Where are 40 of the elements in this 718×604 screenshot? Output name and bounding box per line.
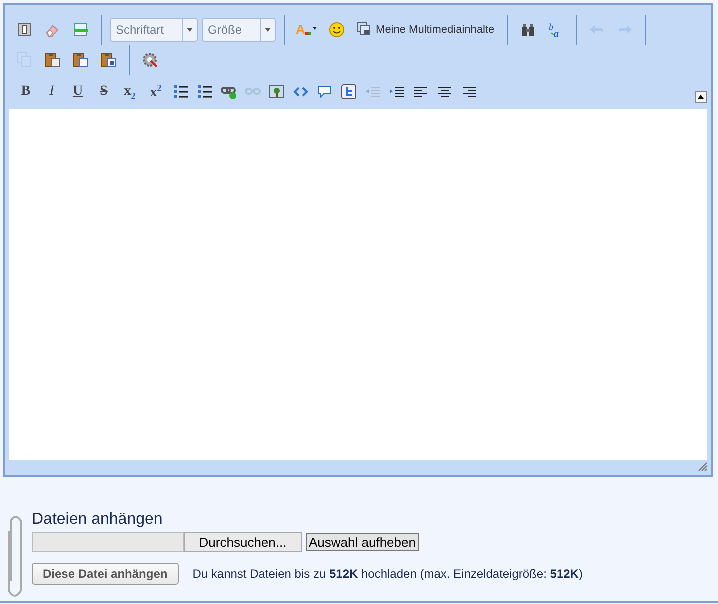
toolbar-button[interactable]: b a bbox=[544, 19, 568, 41]
template-icon bbox=[73, 22, 89, 38]
indent-icon bbox=[389, 84, 405, 100]
media-button[interactable]: Meine Multimediainhalte bbox=[353, 22, 499, 38]
dropdown[interactable]: Größe bbox=[202, 18, 276, 42]
format-button[interactable]: B bbox=[13, 81, 39, 103]
collapse-button[interactable] bbox=[695, 91, 707, 103]
caret-icon bbox=[698, 95, 704, 99]
section-title: Dateien anhängen bbox=[32, 511, 164, 529]
format-button[interactable]: S bbox=[91, 81, 117, 103]
format-button[interactable]: U bbox=[65, 81, 91, 103]
clipboard-page-icon bbox=[73, 52, 89, 68]
link-icon bbox=[221, 84, 237, 100]
align-left-icon bbox=[413, 84, 429, 100]
format-button[interactable]: x$_{2}$ bbox=[117, 81, 143, 103]
binoculars-icon bbox=[520, 22, 536, 38]
format-button[interactable]: I bbox=[39, 81, 65, 103]
align-center-icon bbox=[437, 84, 453, 100]
align-right-icon bbox=[461, 84, 477, 100]
gear-icon bbox=[142, 52, 158, 68]
format-button[interactable]: x$^{2}$ bbox=[143, 81, 169, 103]
clipboard-document-icon bbox=[101, 52, 117, 68]
outdent-icon bbox=[365, 84, 381, 100]
caret-icon bbox=[187, 28, 194, 32]
attach-button[interactable]: Diese Datei anhängen bbox=[32, 563, 179, 585]
smiley-icon bbox=[329, 22, 346, 38]
clear-button[interactable]: Auswahl aufheben bbox=[306, 533, 419, 551]
speech-bubble-icon bbox=[317, 84, 333, 100]
browse-button[interactable]: Durchsuchen... bbox=[184, 532, 302, 552]
resize-grip-icon[interactable] bbox=[698, 462, 708, 472]
file-field[interactable] bbox=[32, 532, 184, 552]
dropdown[interactable]: Schriftart bbox=[110, 18, 198, 42]
image-icon bbox=[269, 84, 285, 100]
caret-icon bbox=[265, 28, 272, 32]
media-icon bbox=[357, 22, 374, 38]
page-icon bbox=[17, 22, 33, 38]
bulleted-list-icon bbox=[173, 84, 189, 100]
upload-info: Du kannst Dateien bis zu 512K hochladen (max. Einzeldateigröße: 512K) bbox=[192, 567, 583, 581]
clipboard-icon bbox=[45, 52, 61, 68]
copy-icon bbox=[17, 52, 33, 68]
